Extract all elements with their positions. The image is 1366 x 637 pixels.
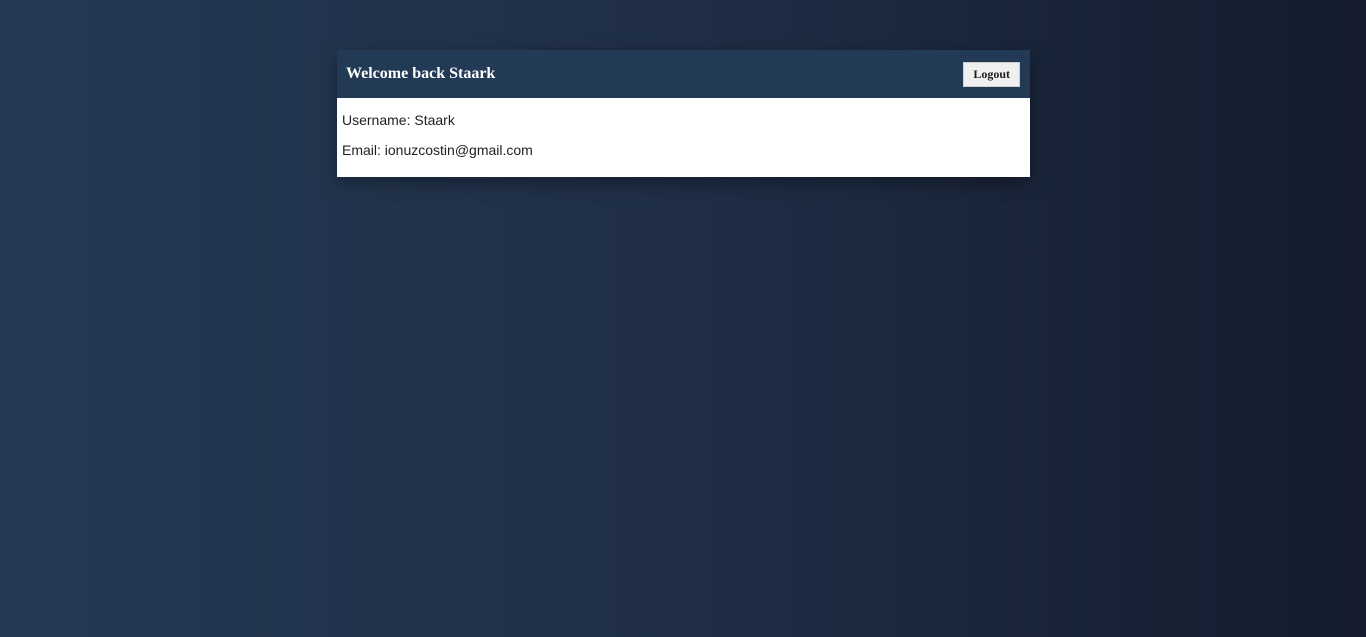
username-text: Username: Staark bbox=[342, 112, 455, 128]
welcome-title: Welcome back Staark bbox=[346, 65, 496, 82]
email-text: Email: ionuzcostin@gmail.com bbox=[342, 142, 533, 158]
logout-button[interactable]: Logout bbox=[963, 61, 1020, 87]
card-header: Welcome back Staark Logout bbox=[337, 50, 1030, 98]
card-body: Username: Staark Email: ionuzcostin@gmai… bbox=[337, 98, 1030, 177]
profile-card: Welcome back Staark Logout Username: Sta… bbox=[337, 50, 1030, 177]
